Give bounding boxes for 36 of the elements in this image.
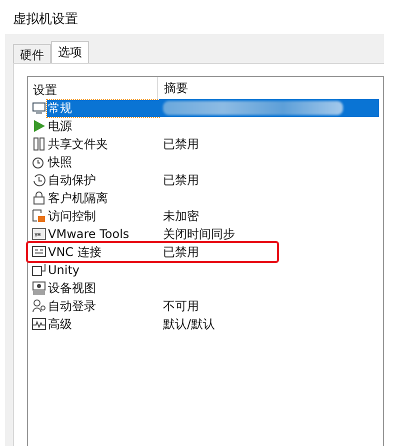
clock-icon [32, 173, 46, 187]
vm-icon [32, 227, 46, 241]
summary-text: 默认/默认 [163, 316, 216, 332]
setting-item[interactable]: 共享文件夹 [47, 136, 109, 152]
column-header[interactable]: 摘要 [158, 75, 188, 101]
summary-text: 未加密 [163, 208, 199, 224]
setting-item[interactable]: 自动保护 [47, 172, 97, 188]
setting-item[interactable]: VMware Tools [47, 226, 130, 242]
user-icon [32, 299, 46, 313]
setting-item[interactable]: 常规 [47, 100, 159, 116]
setting-item[interactable]: 快照 [47, 154, 73, 170]
access-icon [32, 209, 46, 223]
setting-item[interactable]: Unity [47, 262, 81, 278]
window-title: 虚拟机设置 [12, 11, 79, 29]
setting-item[interactable]: 访问控制 [47, 208, 97, 224]
highlighted-row[interactable]: VNC 连接 已禁用 [28, 243, 277, 261]
setting-item[interactable]: 自动登录 [47, 298, 97, 314]
setting-item[interactable]: VNC 连接 [47, 244, 102, 260]
summary-text: 不可用 [163, 298, 199, 314]
play-icon [32, 119, 46, 133]
pulse-icon [32, 317, 46, 331]
monitor-icon [32, 101, 46, 115]
setting-item[interactable]: 高级 [47, 316, 73, 332]
setting-item[interactable]: 电源 [47, 118, 73, 134]
setting-item[interactable]: 设备视图 [47, 280, 97, 296]
summary-text: 已禁用 [163, 244, 199, 260]
setting-item[interactable]: 客户机隔离 [47, 190, 109, 206]
lock-icon [32, 191, 46, 205]
vnc-icon [32, 245, 46, 259]
summary-text: 已禁用 [163, 172, 199, 188]
summary-text: 已禁用 [163, 136, 199, 152]
device-icon [32, 281, 46, 295]
summary-text: 关闭时间同步 [163, 226, 235, 242]
tab[interactable]: 硬件 [13, 44, 51, 63]
tab[interactable]: 选项 [51, 41, 89, 63]
window-icon [32, 263, 46, 277]
